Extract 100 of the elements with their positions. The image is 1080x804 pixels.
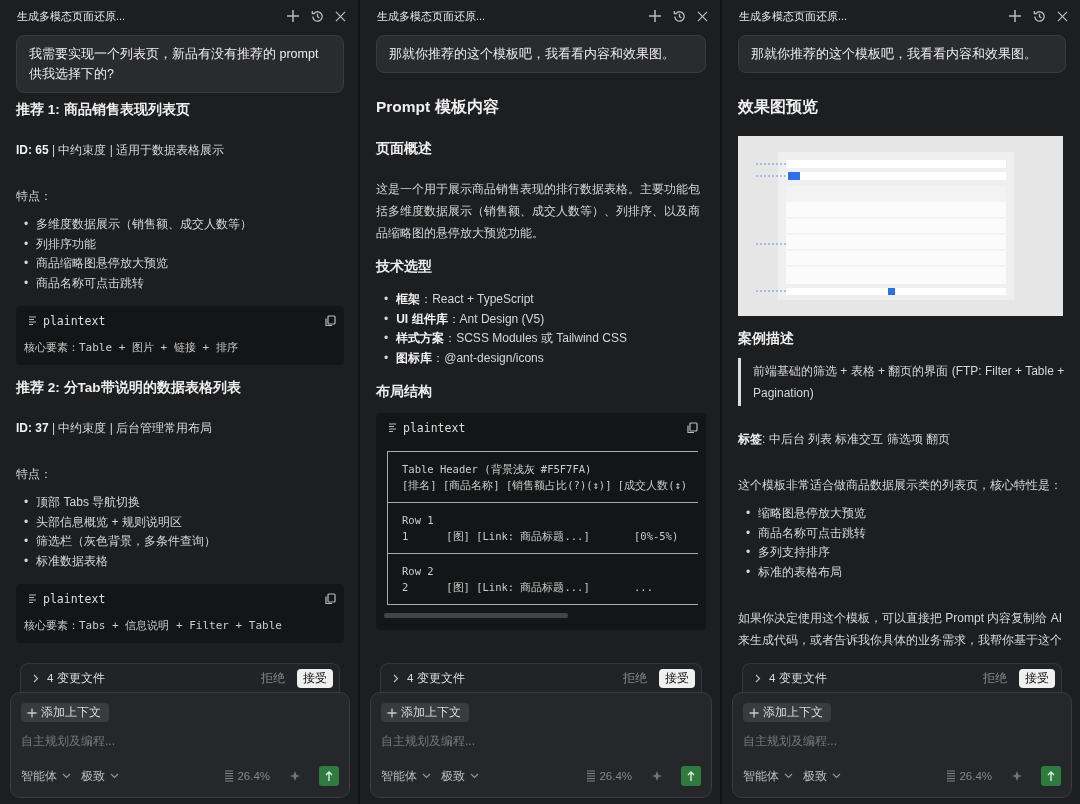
paragraph: 特点： (16, 188, 53, 205)
code-line: Row 2 (402, 563, 435, 579)
list-item: UI 组件库：Ant Design (V5) (396, 310, 545, 328)
prompt-input[interactable]: 自主规划及编程... (21, 734, 339, 748)
bullet: • (24, 235, 29, 253)
paragraph: 这是一个用于展示商品销售表现的排行数据表格。主要功能包括多维度数据展示（销售额、成交人数等）、列排序、以及商品缩略图的悬停放大预览功能。 (376, 181, 701, 242)
changed-files-label: 4 变更文件 (769, 670, 828, 686)
list-item: 多列支持排序 (758, 544, 831, 562)
section-heading: Prompt 模板内容 (376, 97, 500, 117)
bullet: • (24, 552, 29, 570)
plus-icon[interactable] (1008, 9, 1022, 23)
bullet: • (384, 310, 389, 328)
add-context-button[interactable]: 添加上下文 (381, 703, 469, 722)
sparkle-icon[interactable] (650, 769, 663, 783)
subsection-heading: 推荐 1: 商品销售表现列表页 (16, 101, 191, 119)
code-line: Table Header (背景浅灰 #F5F7FA) (402, 461, 593, 477)
sparkle-icon[interactable] (1010, 769, 1023, 783)
code-file-icon (28, 593, 37, 604)
chevron-down-icon (470, 773, 479, 779)
accept-button[interactable]: 接受 (297, 668, 333, 688)
accept-button[interactable]: 接受 (659, 668, 695, 688)
close-icon[interactable] (697, 10, 708, 22)
horizontal-scrollbar[interactable] (384, 612, 568, 618)
send-button[interactable] (1041, 766, 1061, 786)
sparkle-icon[interactable] (288, 769, 301, 783)
add-context-button[interactable]: 添加上下文 (743, 703, 831, 722)
changed-files-label: 4 变更文件 (47, 670, 106, 686)
reject-button[interactable]: 拒绝 (261, 670, 285, 686)
usage-percent: 26.4% (237, 770, 270, 782)
bullet: • (24, 255, 29, 273)
chevron-down-icon (784, 773, 793, 779)
user-message: 那就你推荐的这个模板吧，我看看内容和效果图。 (738, 35, 1066, 73)
agent-dropdown[interactable]: 智能体 (21, 768, 71, 784)
code-language: plaintext (43, 313, 107, 328)
add-context-button[interactable]: 添加上下文 (21, 703, 109, 722)
paragraph: 这个模板非常适合做商品数据展示类的列表页，核心特性是： (738, 477, 1063, 494)
plus-icon[interactable] (286, 9, 300, 23)
chat-title: 生成多模态页面还原... (17, 8, 127, 24)
history-icon[interactable] (1032, 8, 1047, 24)
close-icon[interactable] (1057, 10, 1068, 22)
bullet: • (24, 513, 29, 531)
mode-dropdown[interactable]: 极致 (81, 768, 119, 784)
list-item: 图标库：@ant-design/icons (396, 350, 544, 368)
bullet: • (24, 493, 29, 511)
history-icon[interactable] (310, 8, 325, 24)
blockquote: 前端基础的筛选 + 表格 + 翻页的界面 (FTP: Filter + Table + Pagination) (738, 358, 1066, 406)
list-item: 筛选栏（灰色背景，多条件查询） (36, 533, 217, 551)
arrow-up-icon (1047, 770, 1055, 782)
context-usage-icon (225, 770, 234, 782)
subsection-heading: 案例描述 (738, 330, 795, 348)
chevron-right-icon[interactable] (393, 673, 399, 683)
subsection-heading: 推荐 2: 分Tab带说明的数据表格列表 (16, 378, 242, 397)
paragraph: ID: 65 | 中约束度 | 适用于数据表格展示 (16, 142, 226, 159)
subsection-heading: 布局结构 (376, 382, 433, 401)
code-language: plaintext (43, 591, 107, 606)
paragraph: ID: 37 | 中约束度 | 后台管理常用布局 (16, 419, 214, 437)
changed-files-label: 4 变更文件 (407, 670, 466, 686)
agent-dropdown[interactable]: 智能体 (743, 768, 793, 784)
copy-icon[interactable] (325, 314, 336, 327)
send-button[interactable] (319, 766, 339, 786)
usage-percent: 26.4% (959, 770, 992, 782)
copy-icon[interactable] (687, 421, 698, 434)
chat-title: 生成多模态页面还原... (377, 8, 487, 24)
list-item: 多维度数据展示（销售额、成交人数等） (36, 216, 253, 233)
plus-icon (27, 707, 37, 718)
chevron-down-icon (110, 773, 119, 779)
copy-icon[interactable] (325, 592, 336, 605)
arrow-up-icon (325, 770, 333, 782)
chevron-down-icon (422, 773, 431, 779)
bullet: • (384, 291, 389, 308)
history-icon[interactable] (672, 8, 687, 24)
reject-button[interactable]: 拒绝 (983, 670, 1007, 686)
subsection-heading: 页面概述 (376, 140, 433, 158)
chevron-right-icon[interactable] (33, 673, 39, 683)
code-line: [排名] [商品名称] [销售额占比(?)(↕)] [成交人数(↕) (402, 478, 689, 494)
bullet: • (746, 505, 751, 522)
context-usage-icon (947, 770, 956, 782)
mode-dropdown[interactable]: 极致 (803, 768, 841, 784)
close-icon[interactable] (335, 10, 346, 22)
section-heading: 效果图预览 (738, 97, 819, 117)
prompt-input[interactable]: 自主规划及编程... (743, 734, 1061, 748)
code-language: plaintext (403, 420, 467, 435)
accept-button[interactable]: 接受 (1019, 668, 1055, 688)
list-item: 商品名称可点击跳转 (758, 524, 867, 542)
plus-icon (749, 707, 759, 718)
plus-icon[interactable] (648, 9, 662, 23)
code-line: 2 [图] [Link: 商品标题...] ... (402, 580, 654, 596)
list-item: 商品名称可点击跳转 (36, 275, 145, 293)
reject-button[interactable]: 拒绝 (623, 670, 647, 686)
chevron-right-icon[interactable] (755, 673, 761, 683)
agent-dropdown[interactable]: 智能体 (381, 768, 431, 784)
arrow-up-icon (687, 770, 695, 782)
chat-title: 生成多模态页面还原... (739, 8, 849, 24)
list-item: 缩略图悬停放大预览 (758, 505, 867, 522)
mode-dropdown[interactable]: 极致 (441, 768, 479, 784)
send-button[interactable] (681, 766, 701, 786)
chevron-down-icon (832, 773, 841, 779)
list-item: 标准数据表格 (36, 552, 109, 570)
list-item: 头部信息概览 + 规则说明区 (36, 513, 182, 531)
prompt-input[interactable]: 自主规划及编程... (381, 734, 701, 748)
